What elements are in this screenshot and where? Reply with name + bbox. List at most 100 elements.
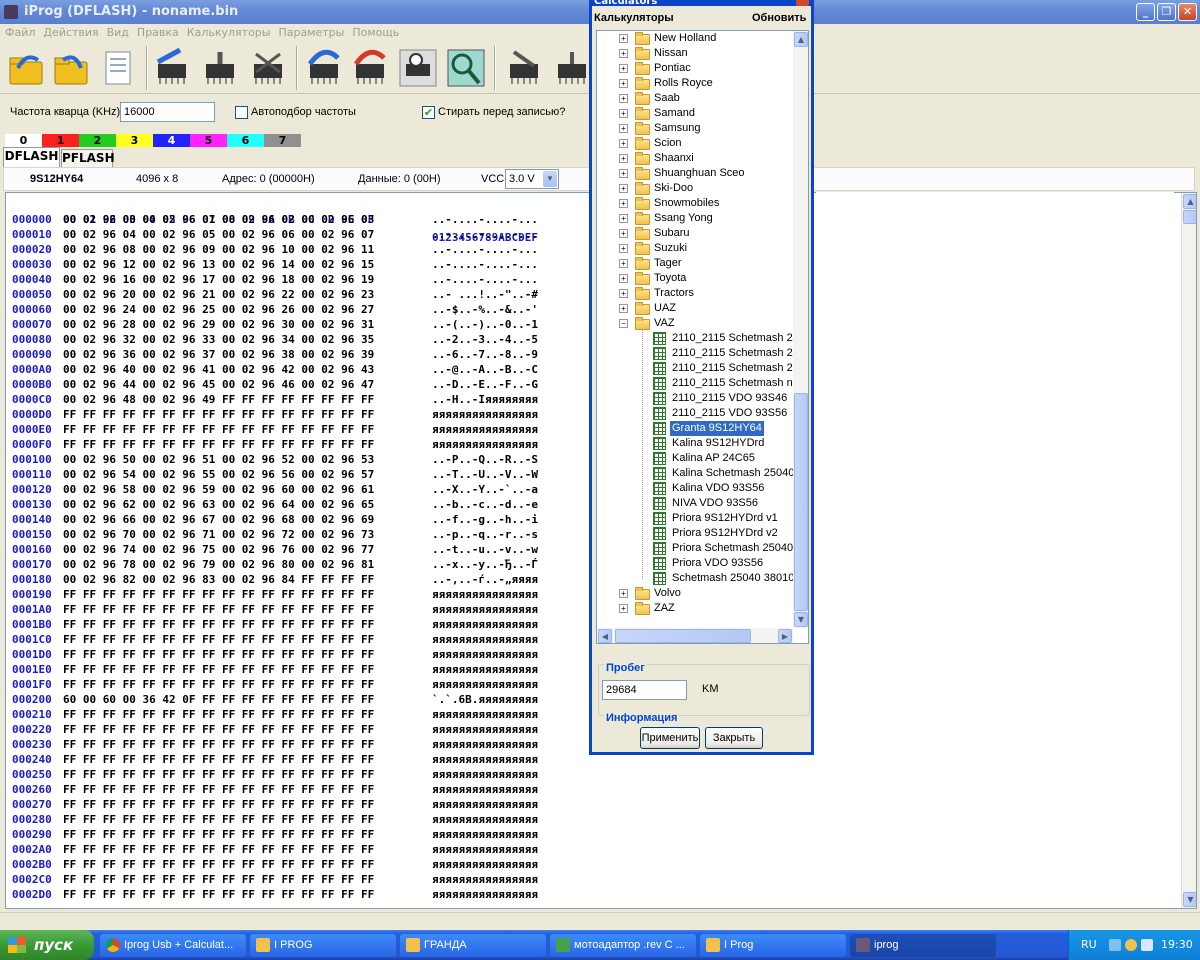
tree-folder[interactable]: + Subaru bbox=[597, 226, 792, 241]
tree-folder[interactable]: − VAZ bbox=[597, 316, 792, 331]
tree-folder[interactable]: + Ssang Yong bbox=[597, 211, 792, 226]
tab-dflash[interactable]: DFLASH bbox=[3, 147, 60, 167]
expand-icon[interactable]: + bbox=[619, 604, 628, 613]
chip-config-icon[interactable] bbox=[504, 46, 544, 90]
tree-calculator[interactable]: Priora VDO 93S56 bbox=[597, 556, 792, 571]
palette-swatch[interactable]: 2 bbox=[79, 134, 116, 147]
palette-swatch[interactable]: 1 bbox=[42, 134, 79, 147]
expand-icon[interactable]: + bbox=[619, 184, 628, 193]
expand-icon[interactable]: + bbox=[619, 214, 628, 223]
tree-calculator[interactable]: Kalina AP 24C65 bbox=[597, 451, 792, 466]
tree-calculator[interactable]: Priora 9S12HYDrd v1 bbox=[597, 511, 792, 526]
tree-scroll-thumb[interactable] bbox=[794, 393, 808, 611]
calculators-tree[interactable]: + New Holland + Nissan + Pontiac + Rolls Royce +… bbox=[596, 30, 809, 644]
menu-item[interactable]: Параметры bbox=[278, 26, 344, 39]
tree-vertical-scrollbar[interactable]: ▲ ▼ bbox=[793, 31, 808, 628]
tree-folder[interactable]: + Nissan bbox=[597, 46, 792, 61]
tree-scroll-left-icon[interactable]: ◀ bbox=[598, 629, 612, 643]
refresh-button[interactable]: Обновить bbox=[752, 9, 806, 27]
tree-calculator[interactable]: 2110_2115 VDO 93S46 bbox=[597, 391, 792, 406]
scroll-down-icon[interactable]: ▼ bbox=[1183, 892, 1196, 907]
expand-icon[interactable]: + bbox=[619, 124, 628, 133]
tray-app-icon[interactable] bbox=[1125, 939, 1137, 951]
tree-calculator[interactable]: Kalina Schetmash 25040 bbox=[597, 466, 794, 481]
start-button[interactable]: пуск bbox=[0, 930, 94, 960]
expand-icon[interactable]: + bbox=[619, 229, 628, 238]
frequency-input[interactable]: 16000 bbox=[120, 102, 215, 122]
palette-swatch[interactable]: 5 bbox=[190, 134, 227, 147]
chip-search-icon[interactable] bbox=[446, 46, 486, 90]
menu-item[interactable]: Помощь bbox=[352, 26, 399, 39]
expand-icon[interactable]: + bbox=[619, 259, 628, 268]
tree-calculator[interactable]: 2110_2115 Schetmash 24C bbox=[597, 346, 807, 361]
expand-icon[interactable]: + bbox=[619, 79, 628, 88]
maximize-icon[interactable]: ❐ bbox=[1157, 3, 1176, 21]
expand-icon[interactable]: + bbox=[619, 139, 628, 148]
tree-calculator[interactable]: 2110_2115 Schetmash 250 bbox=[597, 361, 805, 376]
tree-horizontal-scrollbar[interactable]: ◀ ▶ bbox=[597, 628, 793, 643]
tree-folder[interactable]: + Suzuki bbox=[597, 241, 792, 256]
tree-calculator[interactable]: 2110_2115 VDO 93S56 bbox=[597, 406, 792, 421]
open-file-icon[interactable] bbox=[6, 46, 46, 90]
taskbar-button[interactable]: I PROG bbox=[250, 934, 396, 957]
palette-swatch[interactable]: 0 bbox=[5, 134, 42, 147]
tree-folder[interactable]: + Tager bbox=[597, 256, 792, 271]
expand-icon[interactable]: + bbox=[619, 289, 628, 298]
tree-calculator[interactable]: Schetmash 25040 3801010 bbox=[597, 571, 807, 586]
network-icon[interactable] bbox=[1109, 939, 1121, 951]
tree-folder[interactable]: + ZAZ bbox=[597, 601, 792, 616]
mileage-input[interactable]: 29684 bbox=[602, 680, 687, 700]
chevron-down-icon[interactable]: ▼ bbox=[543, 171, 557, 187]
expand-icon[interactable]: + bbox=[619, 244, 628, 253]
tree-folder[interactable]: + Shaanxi bbox=[597, 151, 792, 166]
palette-swatch[interactable]: 6 bbox=[227, 134, 264, 147]
tree-calculator[interactable]: Priora 9S12HYDrd v2 bbox=[597, 526, 792, 541]
tree-folder[interactable]: + Ski-Doo bbox=[597, 181, 792, 196]
expand-icon[interactable]: + bbox=[619, 169, 628, 178]
tree-folder[interactable]: + Scion bbox=[597, 136, 792, 151]
close-button[interactable]: Закрыть bbox=[705, 727, 763, 749]
palette-swatch[interactable]: 3 bbox=[116, 134, 153, 147]
tree-hscroll-thumb[interactable] bbox=[615, 629, 751, 643]
calculators-window[interactable]: Calculators Калькуляторы Обновить + New H… bbox=[589, 0, 814, 755]
chip-verify-icon[interactable] bbox=[304, 46, 344, 90]
menu-item[interactable]: Файл bbox=[5, 26, 35, 39]
menu-item[interactable]: Калькуляторы bbox=[187, 26, 271, 39]
tree-scroll-right-icon[interactable]: ▶ bbox=[778, 629, 792, 643]
chip-compare-icon[interactable] bbox=[350, 46, 390, 90]
tree-folder[interactable]: + Volvo bbox=[597, 586, 792, 601]
taskbar-button[interactable]: I Prog bbox=[700, 934, 846, 957]
close-icon[interactable]: ✕ bbox=[1178, 3, 1197, 21]
menu-item[interactable]: Вид bbox=[107, 26, 129, 39]
document-icon[interactable] bbox=[98, 46, 138, 90]
vcc-select[interactable]: 3.0 V ▼ bbox=[505, 169, 559, 189]
tree-scroll-up-icon[interactable]: ▲ bbox=[794, 32, 808, 47]
scroll-thumb[interactable] bbox=[1183, 210, 1196, 224]
vertical-scrollbar[interactable]: ▲ ▼ bbox=[1181, 193, 1196, 908]
chip-write-icon[interactable] bbox=[200, 46, 240, 90]
tree-calculator[interactable]: 2110_2115 Schetmash new bbox=[597, 376, 807, 391]
chip-info-icon[interactable] bbox=[552, 46, 592, 90]
chip-read-icon[interactable] bbox=[152, 46, 192, 90]
chip-blank-check-icon[interactable] bbox=[398, 46, 438, 90]
calc-close-icon[interactable] bbox=[796, 0, 809, 6]
expand-icon[interactable]: + bbox=[619, 274, 628, 283]
menu-item[interactable]: Правка bbox=[137, 26, 179, 39]
collapse-icon[interactable]: − bbox=[619, 319, 628, 328]
erase-before-write-checkbox[interactable]: ✔ bbox=[422, 106, 435, 119]
tree-calculator[interactable]: NIVA VDO 93S56 bbox=[597, 496, 792, 511]
tree-scroll-down-icon[interactable]: ▼ bbox=[794, 612, 808, 627]
scroll-up-icon[interactable]: ▲ bbox=[1183, 194, 1196, 209]
tree-folder[interactable]: + Samand bbox=[597, 106, 792, 121]
expand-icon[interactable]: + bbox=[619, 94, 628, 103]
expand-icon[interactable]: + bbox=[619, 304, 628, 313]
expand-icon[interactable]: + bbox=[619, 589, 628, 598]
expand-icon[interactable]: + bbox=[619, 199, 628, 208]
tree-folder[interactable]: + Tractors bbox=[597, 286, 792, 301]
tree-folder[interactable]: + Toyota bbox=[597, 271, 792, 286]
tree-folder[interactable]: + Snowmobiles bbox=[597, 196, 792, 211]
tab-pflash[interactable]: PFLASH bbox=[61, 149, 115, 167]
tree-calculator[interactable]: 2110_2115 Schetmash 24C bbox=[597, 331, 807, 346]
palette-swatch[interactable]: 7 bbox=[264, 134, 301, 147]
language-indicator[interactable]: RU bbox=[1081, 930, 1097, 960]
